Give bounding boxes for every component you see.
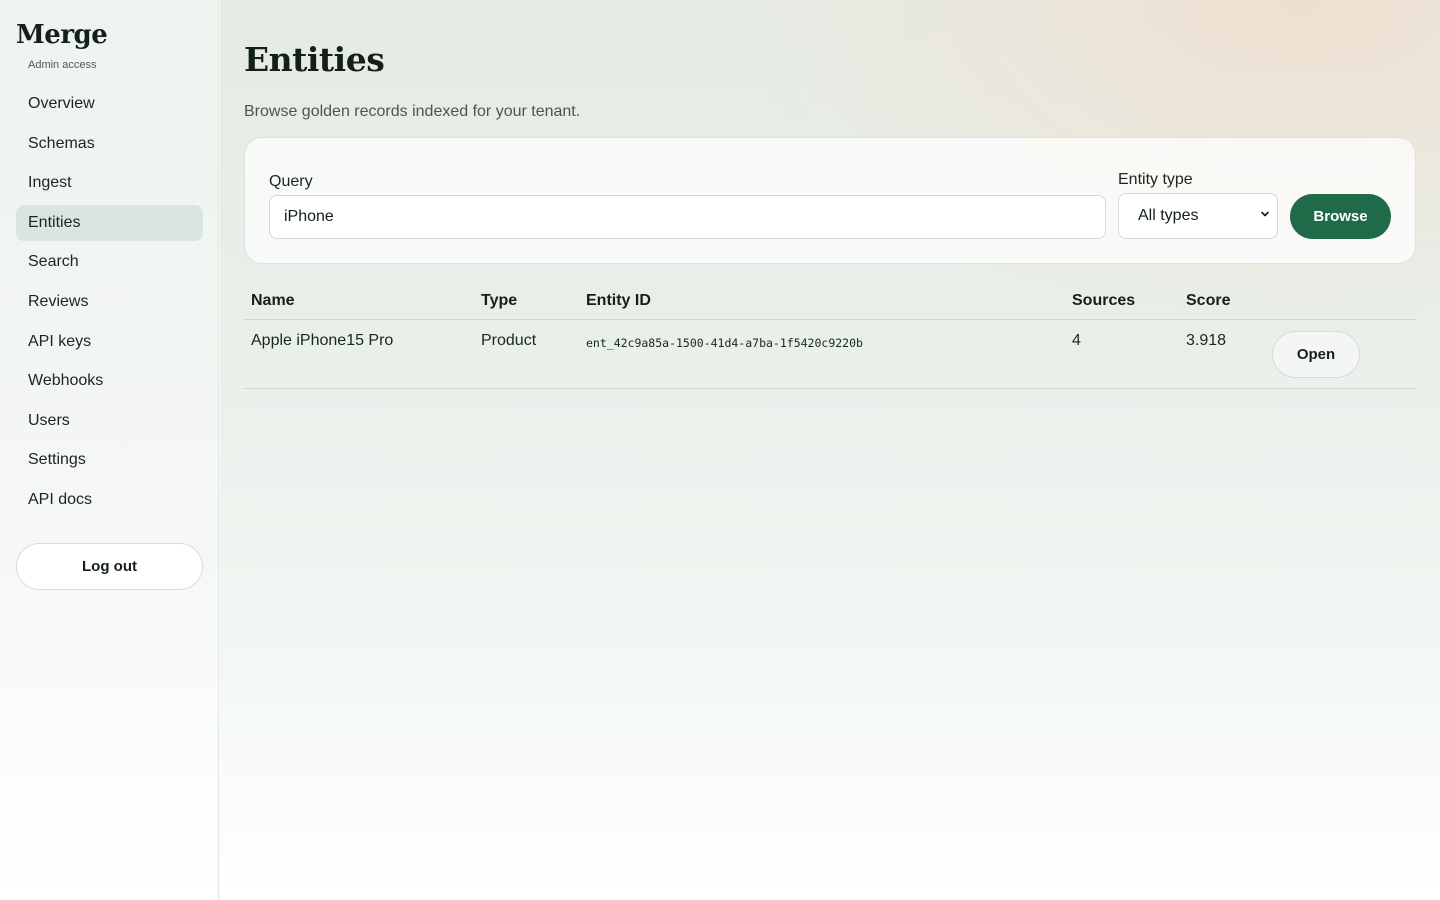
brand-logo: Merge [16,20,108,50]
column-header-score[interactable]: Score [1186,292,1230,310]
sidebar-item-ingest[interactable]: Ingest [16,165,203,201]
open-button[interactable]: Open [1272,331,1360,378]
entities-table: Name Type Entity ID Sources Score Apple … [244,282,1416,389]
cell-score: 3.918 [1186,332,1227,349]
chevron-down-icon [1261,211,1269,217]
cell-sources: 4 [1072,332,1081,349]
table-row: Apple iPhone15 Pro Product ent_42c9a85a-… [244,320,1416,389]
column-header-entity-id[interactable]: Entity ID [586,292,651,310]
sidebar-nav: Overview Schemas Ingest Entities Search … [16,86,203,522]
cell-entity-id: ent_42c9a85a-1500-41d4-a7ba-1f5420c9220b [586,336,863,350]
sidebar-item-schemas[interactable]: Schemas [16,126,203,162]
page-description: Browse golden records indexed for your t… [244,103,581,120]
filter-card: Query Entity type All types Browse [244,137,1416,264]
cell-name: Apple iPhone15 Pro [251,332,394,349]
column-header-sources[interactable]: Sources [1072,292,1135,310]
page-title: Entities [244,40,385,79]
query-input[interactable] [269,195,1106,239]
sidebar-item-users[interactable]: Users [16,403,203,439]
app: Merge Admin access Overview Schemas Inge… [0,0,1440,900]
sidebar-item-webhooks[interactable]: Webhooks [16,363,203,399]
cell-type: Product [481,332,537,349]
logout-button[interactable]: Log out [16,543,203,590]
main-content: Entities Browse golden records indexed f… [220,0,1440,900]
browse-button[interactable]: Browse [1290,194,1391,239]
sidebar: Merge Admin access Overview Schemas Inge… [0,0,219,900]
sidebar-item-api-docs[interactable]: API docs [16,482,203,518]
sidebar-item-overview[interactable]: Overview [16,86,203,122]
entity-type-selected: All types [1138,207,1199,224]
query-label: Query [269,173,313,190]
sidebar-item-settings[interactable]: Settings [16,442,203,478]
column-header-name[interactable]: Name [251,292,295,310]
sidebar-item-search[interactable]: Search [16,244,203,280]
column-header-type[interactable]: Type [481,292,517,310]
sidebar-item-reviews[interactable]: Reviews [16,284,203,320]
entity-type-select[interactable]: All types [1118,193,1278,239]
table-header: Name Type Entity ID Sources Score [244,282,1416,320]
sidebar-item-api-keys[interactable]: API keys [16,324,203,360]
entity-type-label: Entity type [1118,171,1193,188]
sidebar-item-entities[interactable]: Entities [16,204,203,241]
brand-subtitle: Admin access [28,59,97,71]
